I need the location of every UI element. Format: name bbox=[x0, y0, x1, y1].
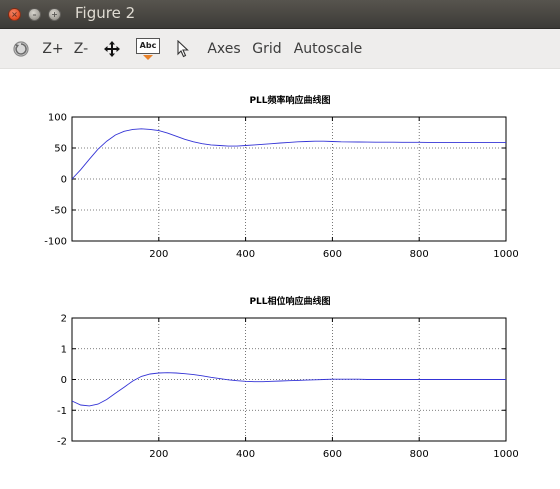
abc-text-icon: Abc bbox=[136, 37, 160, 54]
pan-button[interactable] bbox=[102, 29, 122, 68]
chart-2-x-tick-label: 800 bbox=[410, 449, 429, 460]
close-icon: × bbox=[11, 10, 18, 19]
axes-button[interactable]: Axes bbox=[207, 29, 241, 68]
chart-2-x-tick-label: 1000 bbox=[493, 449, 518, 460]
chart-1-y-tick-label: 100 bbox=[48, 113, 67, 124]
chart-1-x-tick-label: 800 bbox=[410, 249, 429, 260]
reset-view-button[interactable] bbox=[10, 29, 32, 68]
chart-1-x-tick-label: 1000 bbox=[493, 249, 518, 260]
chart-2-axes-frame bbox=[71, 317, 507, 442]
chart-2-y-tick-label: -2 bbox=[57, 437, 67, 448]
chart-2-y-tick-label: 2 bbox=[61, 314, 67, 325]
chart-2-x-tick-label: 600 bbox=[323, 449, 342, 460]
chart-1-title: PLL频率响应曲线图 bbox=[249, 96, 331, 106]
chart-1-series-line bbox=[71, 128, 506, 180]
reset-icon bbox=[13, 40, 29, 57]
autoscale-button[interactable]: Autoscale bbox=[293, 29, 363, 68]
chart-1-y-tick-label: -50 bbox=[51, 206, 67, 217]
chart-1-x-tick-label: 200 bbox=[149, 249, 168, 260]
move-arrows-icon bbox=[104, 40, 120, 57]
chart-1-x-tick-label: 400 bbox=[236, 249, 255, 260]
chart-2-x-tick-label: 200 bbox=[149, 449, 168, 460]
dropdown-arrow-icon bbox=[143, 54, 153, 60]
chart-2-x-tick-label: 400 bbox=[236, 449, 255, 460]
window-minimize-button[interactable]: – bbox=[28, 8, 41, 21]
grid-button[interactable]: Grid bbox=[252, 29, 282, 68]
chart-2-y-tick-label: 1 bbox=[61, 344, 67, 355]
figure-canvas[interactable]: -100 -50 0 50 100 200 400 600 800 1000 -2 -1 0 1 2 200 4… bbox=[0, 0, 560, 489]
select-button[interactable] bbox=[174, 29, 192, 68]
chart-1-axes-frame bbox=[71, 116, 507, 242]
chart-2-series-line bbox=[71, 372, 506, 407]
zoom-out-button[interactable]: Z- bbox=[71, 29, 91, 68]
chart-2-title: PLL相位响应曲线图 bbox=[249, 297, 331, 307]
toolbar: Z+ Z- Abc Axes Grid Autoscale bbox=[0, 29, 560, 69]
chart-1-y-tick-label: 0 bbox=[61, 175, 67, 186]
zoom-in-button[interactable]: Z+ bbox=[42, 29, 64, 68]
chart-2-y-tick-label: -1 bbox=[57, 406, 67, 417]
pointer-arrow-icon bbox=[177, 39, 189, 57]
chart-1-y-tick-label: -100 bbox=[44, 237, 67, 248]
text-tool-button[interactable]: Abc bbox=[136, 29, 160, 68]
window-titlebar[interactable]: × – + Figure 2 bbox=[0, 0, 560, 29]
chart-1-y-tick-label: 50 bbox=[54, 144, 67, 155]
window-close-button[interactable]: × bbox=[8, 8, 21, 21]
chart-1-x-tick-label: 600 bbox=[323, 249, 342, 260]
window-maximize-button[interactable]: + bbox=[48, 8, 61, 21]
chart-2-y-tick-label: 0 bbox=[61, 375, 67, 386]
minimize-icon: – bbox=[32, 10, 37, 19]
maximize-icon: + bbox=[51, 10, 58, 19]
window-title: Figure 2 bbox=[75, 4, 136, 22]
